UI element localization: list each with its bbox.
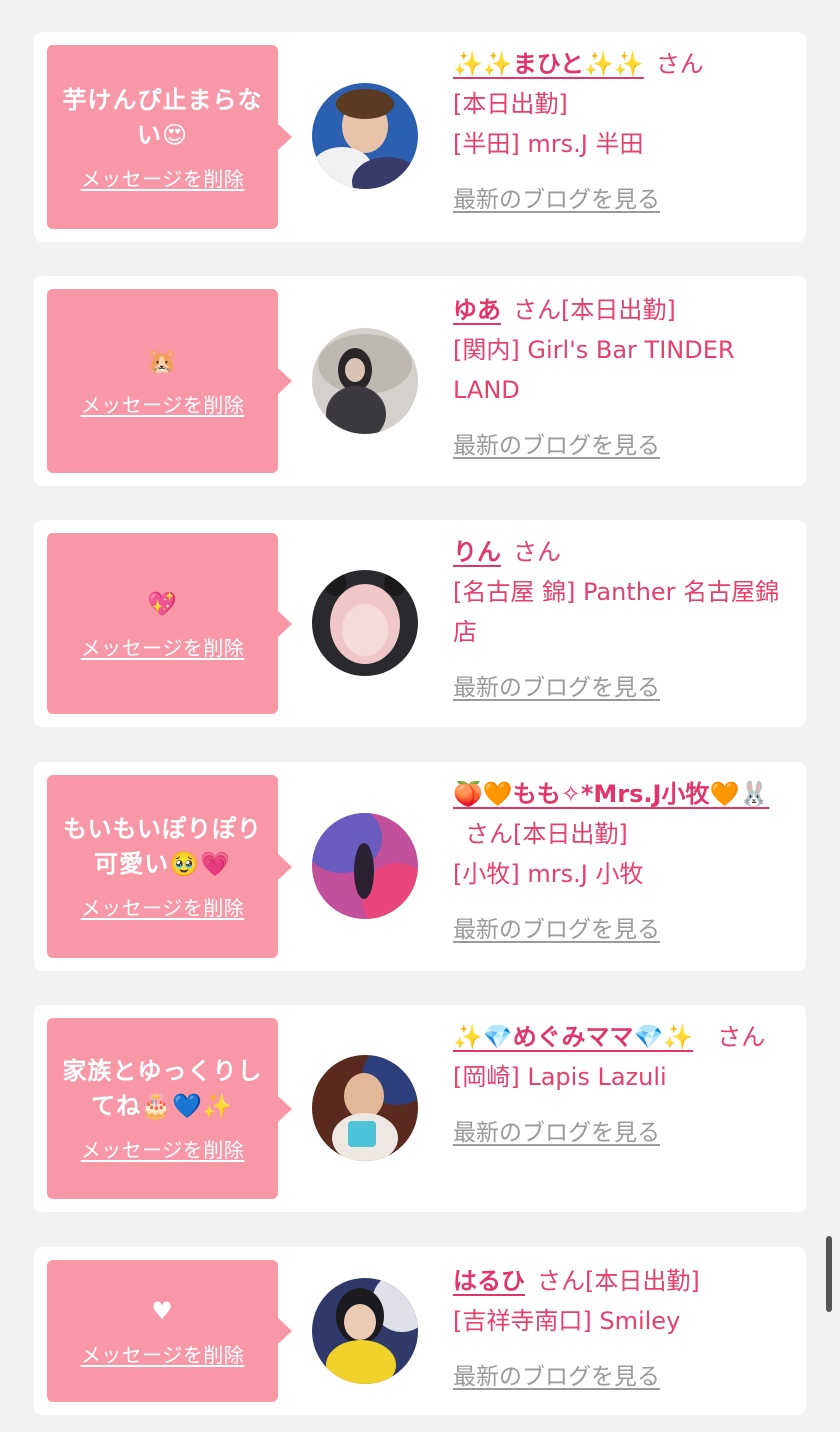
sender-info: りん さん [名古屋 錦] Panther 名古屋錦店 最新のブログを見る (453, 532, 793, 708)
sender-name-link[interactable]: ゆあ (453, 296, 501, 324)
sender-name-link[interactable]: りん (453, 538, 501, 566)
latest-blog-link[interactable]: 最新のブログを見る (453, 910, 660, 950)
avatar[interactable] (312, 1055, 418, 1161)
shop-name: [小牧] mrs.J 小牧 (453, 860, 644, 888)
delete-message-link[interactable]: メッセージを削除 (81, 1134, 245, 1163)
latest-blog-link[interactable]: 最新のブログを見る (453, 668, 660, 708)
status-text: [本日出勤] (453, 90, 568, 118)
avatar[interactable] (312, 813, 418, 919)
sender-name-link[interactable]: 🍑🧡もも✧*Mrs.J小牧🧡🐰 (453, 780, 769, 808)
message-text: 芋けんぴ止まらない😍 (62, 85, 263, 149)
avatar[interactable] (312, 570, 418, 676)
message-bubble: もいもいぽりぽり可愛い🥹💗 メッセージを削除 (47, 775, 292, 958)
delete-message-link[interactable]: メッセージを削除 (81, 163, 245, 192)
message-card: 💖 メッセージを削除 りん さん [名古屋 錦] Panther 名古屋錦店 最新… (34, 520, 806, 727)
sender-name-link[interactable]: はるひ (453, 1267, 525, 1295)
avatar[interactable] (312, 83, 418, 189)
message-bubble: 家族とゆっくりしてね🎂💙✨ メッセージを削除 (47, 1018, 292, 1199)
delete-message-link[interactable]: メッセージを削除 (81, 892, 245, 921)
sender-info: はるひ さん[本日出勤] [吉祥寺南口] Smiley 最新のブログを見る (453, 1261, 793, 1397)
message-list: 芋けんぴ止まらない😍 メッセージを削除 ✨✨まひと✨✨ さん [本日出勤] [半田… (0, 0, 840, 1432)
message-card: もいもいぽりぽり可愛い🥹💗 メッセージを削除 🍑🧡もも✧*Mrs.J小牧🧡🐰 さん… (34, 762, 806, 971)
latest-blog-link[interactable]: 最新のブログを見る (453, 426, 660, 466)
shop-name: [名古屋 錦] Panther 名古屋錦店 (453, 578, 780, 646)
latest-blog-link[interactable]: 最新のブログを見る (453, 1357, 660, 1397)
sender-info: 🍑🧡もも✧*Mrs.J小牧🧡🐰 さん[本日出勤] [小牧] mrs.J 小牧 最新… (453, 774, 793, 950)
latest-blog-link[interactable]: 最新のブログを見る (453, 1113, 660, 1153)
message-card: 芋けんぴ止まらない😍 メッセージを削除 ✨✨まひと✨✨ さん [本日出勤] [半田… (34, 32, 806, 242)
avatar[interactable] (312, 1278, 418, 1384)
sender-info: ゆあ さん[本日出勤] [関内] Girl's Bar TINDER LAND 最… (453, 290, 793, 466)
message-text: ♥ (151, 1297, 174, 1325)
honorific: さん (655, 50, 704, 78)
message-bubble: 芋けんぴ止まらない😍 メッセージを削除 (47, 45, 292, 229)
honorific: さん (717, 1023, 766, 1051)
shop-name: [関内] Girl's Bar TINDER LAND (453, 336, 735, 404)
delete-message-link[interactable]: メッセージを削除 (81, 389, 245, 418)
honorific: さん (513, 538, 561, 566)
shop-name: [岡崎] Lapis Lazuli (453, 1063, 667, 1091)
sender-name-link[interactable]: ✨✨まひと✨✨ (453, 50, 644, 78)
honorific: さん (465, 820, 513, 848)
status-text: [本日出勤] (561, 296, 676, 324)
shop-name: [吉祥寺南口] Smiley (453, 1307, 681, 1335)
sender-info: ✨💎めぐみママ💎✨ さん [岡崎] Lapis Lazuli 最新のブログを見る (453, 1017, 793, 1153)
delete-message-link[interactable]: メッセージを削除 (81, 1339, 245, 1368)
honorific: さん (537, 1267, 585, 1295)
message-text: 💖 (147, 589, 178, 618)
message-bubble: 🐹 メッセージを削除 (47, 289, 292, 473)
sender-name-link[interactable]: ✨💎めぐみママ💎✨ (453, 1023, 693, 1051)
message-card: 🐹 メッセージを削除 ゆあ さん[本日出勤] [関内] Girl's Bar TI… (34, 276, 806, 486)
honorific: さん (513, 296, 561, 324)
shop-name: [半田] mrs.J 半田 (453, 130, 644, 158)
message-card: 家族とゆっくりしてね🎂💙✨ メッセージを削除 ✨💎めぐみママ💎✨ さん [岡崎] … (34, 1005, 806, 1212)
message-text: 家族とゆっくりしてね🎂💙✨ (62, 1057, 263, 1120)
status-text: [本日出勤] (585, 1267, 700, 1295)
scrollbar[interactable] (826, 1236, 832, 1312)
delete-message-link[interactable]: メッセージを削除 (81, 632, 245, 661)
message-text: もいもいぽりぽり可愛い🥹💗 (62, 815, 263, 878)
message-text: 🐹 (147, 347, 178, 375)
message-bubble: ♥ メッセージを削除 (47, 1260, 292, 1402)
message-bubble: 💖 メッセージを削除 (47, 533, 292, 714)
message-card: ♥ メッセージを削除 はるひ さん[本日出勤] [吉祥寺南口] Smiley 最新… (34, 1247, 806, 1415)
sender-info: ✨✨まひと✨✨ さん [本日出勤] [半田] mrs.J 半田 最新のブログを見る (453, 44, 793, 220)
status-text: [本日出勤] (513, 820, 628, 848)
latest-blog-link[interactable]: 最新のブログを見る (453, 180, 660, 220)
avatar[interactable] (312, 328, 418, 434)
